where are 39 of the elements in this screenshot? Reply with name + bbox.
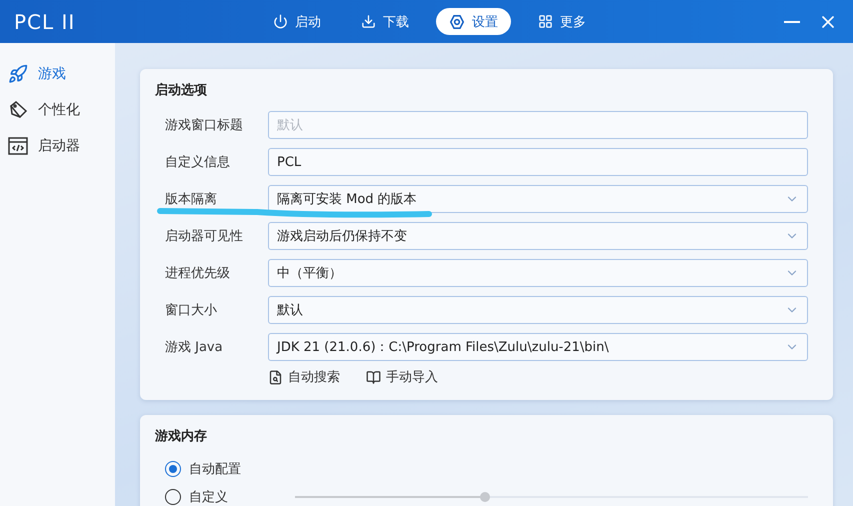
dropdown[interactable]: 中（平衡） bbox=[268, 259, 808, 287]
field-label: 进程优先级 bbox=[164, 265, 231, 282]
dropdown[interactable]: 隔离可安装 Mod 的版本 bbox=[268, 185, 808, 213]
code-window-icon bbox=[8, 137, 28, 155]
nav-tab[interactable]: 下载 bbox=[348, 8, 422, 35]
sidebar-item[interactable]: 启动器 bbox=[0, 133, 115, 159]
input-field[interactable]: 默认 bbox=[268, 111, 808, 139]
download-icon bbox=[361, 14, 376, 29]
section-title: 游戏内存 bbox=[155, 428, 208, 445]
power-icon bbox=[273, 14, 288, 29]
book-icon bbox=[366, 370, 381, 384]
slider-thumb[interactable] bbox=[480, 492, 490, 502]
dropdown[interactable]: 默认 bbox=[268, 296, 808, 324]
nav-tab[interactable]: 设置 bbox=[436, 8, 511, 35]
minimize-icon bbox=[784, 20, 800, 22]
window-title: PCL II bbox=[14, 10, 76, 34]
grid-icon bbox=[538, 14, 553, 29]
section-title: 启动选项 bbox=[155, 82, 208, 99]
swatch-icon bbox=[8, 100, 28, 120]
field-label: 游戏窗口标题 bbox=[164, 117, 244, 134]
field-label: 自定义信息 bbox=[164, 154, 231, 171]
field-label: 启动器可见性 bbox=[164, 228, 244, 245]
rocket-icon bbox=[8, 64, 28, 84]
file-search-icon bbox=[268, 370, 283, 384]
action-link[interactable]: 自动搜索 bbox=[268, 368, 340, 386]
radio-option[interactable]: 自动配置 bbox=[165, 460, 285, 478]
sidebar-item[interactable]: 个性化 bbox=[0, 97, 115, 123]
field-label: 游戏 Java bbox=[164, 339, 224, 356]
nav-tab[interactable]: 更多 bbox=[525, 8, 599, 35]
field-label: 窗口大小 bbox=[164, 302, 218, 319]
input-field[interactable]: PCL bbox=[268, 148, 808, 176]
settings-icon bbox=[449, 14, 465, 30]
dropdown[interactable]: 游戏启动后仍保持不变 bbox=[268, 222, 808, 250]
sidebar-item[interactable]: 游戏 bbox=[0, 61, 115, 87]
field-label: 版本隔离 bbox=[164, 191, 218, 208]
radio-option[interactable]: 自定义 bbox=[165, 488, 285, 506]
dropdown[interactable]: JDK 21 (21.0.6)：C:\Program Files\Zulu\zulu-21\bin\ bbox=[268, 333, 808, 361]
nav-tab[interactable]: 启动 bbox=[260, 8, 334, 35]
action-link[interactable]: 手动导入 bbox=[366, 368, 438, 386]
